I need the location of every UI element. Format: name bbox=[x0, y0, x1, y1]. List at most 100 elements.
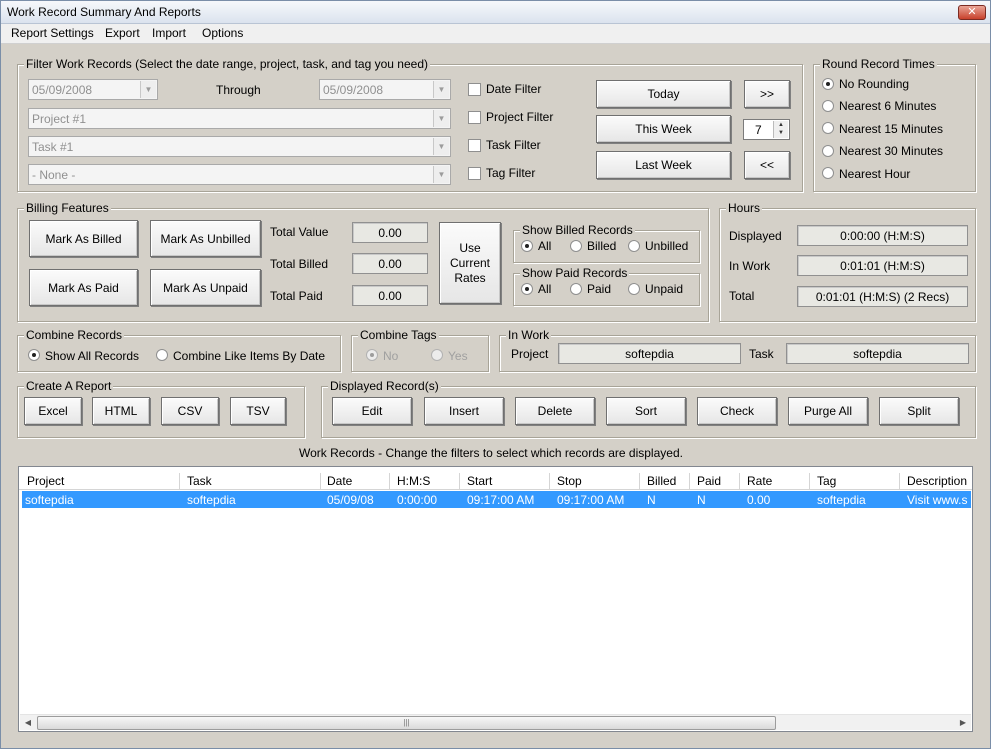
purge-all-button[interactable]: Purge All bbox=[788, 397, 868, 425]
date-filter-checkbox[interactable] bbox=[468, 83, 481, 96]
column-header-stop[interactable]: Stop bbox=[557, 474, 582, 488]
paid-unpaid-radio[interactable] bbox=[628, 283, 640, 295]
column-separator bbox=[320, 473, 321, 489]
horizontal-scrollbar[interactable]: ◀ ||| ▶ bbox=[20, 714, 971, 730]
export-tsv-button[interactable]: TSV bbox=[230, 397, 286, 425]
column-header-paid[interactable]: Paid bbox=[697, 474, 721, 488]
paid-all-label: All bbox=[538, 282, 552, 296]
column-header-start[interactable]: Start bbox=[467, 474, 492, 488]
project-filter-checkbox[interactable] bbox=[468, 111, 481, 124]
scroll-left-icon[interactable]: ◀ bbox=[21, 716, 35, 730]
task-filter-checkbox[interactable] bbox=[468, 139, 481, 152]
records-caption: Work Records - Change the filters to sel… bbox=[299, 446, 683, 460]
column-header-date[interactable]: Date bbox=[327, 474, 352, 488]
records-table[interactable]: Project Task Date H:M:S Start Stop Bille… bbox=[18, 466, 973, 732]
export-excel-button[interactable]: Excel bbox=[24, 397, 82, 425]
show-all-records-radio[interactable] bbox=[28, 349, 40, 361]
use-rates-line: Use bbox=[459, 240, 481, 255]
check-button[interactable]: Check bbox=[697, 397, 777, 425]
combine-records-legend: Combine Records bbox=[24, 328, 125, 342]
total-value-label: Total Value bbox=[270, 225, 329, 239]
scroll-right-icon[interactable]: ▶ bbox=[956, 716, 970, 730]
chevron-down-icon: ▼ bbox=[433, 166, 449, 183]
round-30min-radio[interactable] bbox=[822, 145, 834, 157]
table-row[interactable]: softepdia softepdia 05/09/08 0:00:00 09:… bbox=[22, 491, 971, 508]
total-label: Total bbox=[729, 289, 755, 303]
date-filter-label: Date Filter bbox=[486, 82, 542, 96]
from-date-picker[interactable]: 05/09/2008 ▼ bbox=[28, 79, 158, 100]
column-header-rate[interactable]: Rate bbox=[747, 474, 772, 488]
column-header-description[interactable]: Description bbox=[907, 474, 967, 488]
delete-button[interactable]: Delete bbox=[515, 397, 595, 425]
project-select-value: Project #1 bbox=[32, 112, 87, 126]
prev-period-button[interactable]: << bbox=[744, 151, 790, 179]
round-hour-radio[interactable] bbox=[822, 167, 834, 179]
use-rates-line: Rates bbox=[454, 270, 486, 285]
last-week-button[interactable]: Last Week bbox=[596, 151, 731, 179]
project-select[interactable]: Project #1 ▼ bbox=[28, 108, 451, 129]
insert-button[interactable]: Insert bbox=[424, 397, 504, 425]
combine-like-items-radio[interactable] bbox=[156, 349, 168, 361]
mark-unpaid-button[interactable]: Mark As Unpaid bbox=[150, 269, 261, 306]
billed-billed-radio[interactable] bbox=[570, 240, 582, 252]
mark-billed-button[interactable]: Mark As Billed bbox=[29, 220, 138, 257]
column-separator bbox=[549, 473, 550, 489]
tag-select[interactable]: - None - ▼ bbox=[28, 164, 451, 185]
billed-unbilled-radio[interactable] bbox=[628, 240, 640, 252]
to-date-picker[interactable]: 05/09/2008 ▼ bbox=[319, 79, 451, 100]
column-header-task[interactable]: Task bbox=[187, 474, 212, 488]
menu-options[interactable]: Options bbox=[202, 26, 243, 40]
combine-like-items-label: Combine Like Items By Date bbox=[173, 349, 326, 363]
this-week-button[interactable]: This Week bbox=[596, 115, 731, 143]
menu-report-settings[interactable]: Report Settings bbox=[11, 26, 94, 40]
round-option-label: Nearest 30 Minutes bbox=[839, 144, 944, 158]
export-csv-button[interactable]: CSV bbox=[161, 397, 219, 425]
tag-filter-checkbox[interactable] bbox=[468, 167, 481, 180]
today-button[interactable]: Today bbox=[596, 80, 731, 108]
table-cell: Visit www.s bbox=[907, 493, 968, 507]
billed-unbilled-label: Unbilled bbox=[645, 239, 689, 253]
edit-button[interactable]: Edit bbox=[332, 397, 412, 425]
billed-billed-label: Billed bbox=[587, 239, 617, 253]
column-header-billed[interactable]: Billed bbox=[647, 474, 676, 488]
menu-import[interactable]: Import bbox=[152, 26, 186, 40]
column-header-tag[interactable]: Tag bbox=[817, 474, 836, 488]
total-billed-field: 0.00 bbox=[352, 253, 428, 274]
next-period-button[interactable]: >> bbox=[744, 80, 790, 108]
column-header-project[interactable]: Project bbox=[27, 474, 64, 488]
column-separator bbox=[689, 473, 690, 489]
mark-paid-button[interactable]: Mark As Paid bbox=[29, 269, 138, 306]
mark-unbilled-button[interactable]: Mark As Unbilled bbox=[150, 220, 261, 257]
round-option-label: No Rounding bbox=[839, 77, 910, 91]
combine-tags-no-radio bbox=[366, 349, 378, 361]
scrollbar-thumb[interactable]: ||| bbox=[37, 716, 776, 730]
menu-export[interactable]: Export bbox=[105, 26, 140, 40]
billed-all-radio[interactable] bbox=[521, 240, 533, 252]
round-6min-radio[interactable] bbox=[822, 100, 834, 112]
column-separator bbox=[459, 473, 460, 489]
show-all-records-label: Show All Records bbox=[45, 349, 140, 363]
in-work-legend: In Work bbox=[506, 328, 552, 342]
split-button[interactable]: Split bbox=[879, 397, 959, 425]
week-count-stepper[interactable]: 7 ▲ ▼ bbox=[743, 119, 790, 140]
round-option-label: Nearest 6 Minutes bbox=[839, 99, 937, 113]
use-current-rates-button[interactable]: Use Current Rates bbox=[439, 222, 501, 304]
paid-paid-radio[interactable] bbox=[570, 283, 582, 295]
export-html-button[interactable]: HTML bbox=[92, 397, 150, 425]
table-cell: softepdia bbox=[25, 493, 74, 507]
paid-all-radio[interactable] bbox=[521, 283, 533, 295]
total-paid-field: 0.00 bbox=[352, 285, 428, 306]
column-separator bbox=[899, 473, 900, 489]
sort-button[interactable]: Sort bbox=[606, 397, 686, 425]
column-separator bbox=[389, 473, 390, 489]
close-button[interactable]: ✕ bbox=[958, 5, 986, 20]
total-value-field: 0.00 bbox=[352, 222, 428, 243]
round-no-rounding-radio[interactable] bbox=[822, 78, 834, 90]
task-select[interactable]: Task #1 ▼ bbox=[28, 136, 451, 157]
stepper-arrows[interactable]: ▲ ▼ bbox=[773, 121, 788, 138]
combine-tags-no-label: No bbox=[383, 349, 399, 363]
round-15min-radio[interactable] bbox=[822, 122, 834, 134]
column-header-hms[interactable]: H:M:S bbox=[397, 474, 430, 488]
column-separator bbox=[739, 473, 740, 489]
show-paid-legend: Show Paid Records bbox=[520, 266, 630, 280]
